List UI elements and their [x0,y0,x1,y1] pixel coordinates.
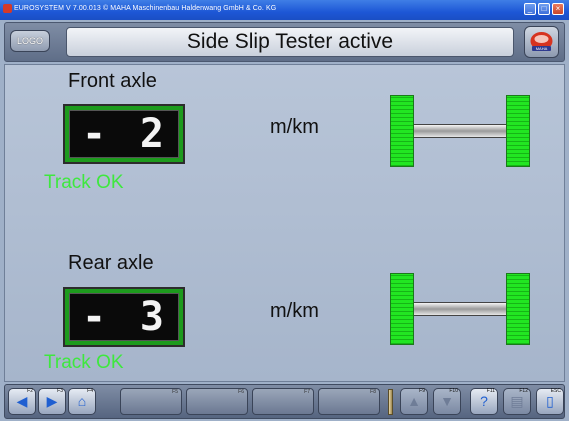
front-left-wheel [390,95,414,167]
front-axle-shaft [414,124,506,138]
rear-axle-shaft [414,302,506,316]
front-axle-value: 2 [139,111,164,157]
down-arrow-icon: ▼ [440,393,454,409]
front-axle-sign: - [82,111,107,157]
front-axle-status: Track OK [44,172,124,193]
f3-forward-button[interactable]: F3 ▶ [38,388,66,415]
rear-axle-graphic [390,273,530,345]
logo-button[interactable]: LOGO [10,30,50,52]
exit-icon: ▯ [546,393,554,409]
svg-text:MAHA: MAHA [536,46,548,51]
f8-slot[interactable]: F8 [318,388,380,415]
rear-axle-value: 3 [139,294,164,340]
maha-logo-icon: MAHA [530,32,553,51]
back-arrow-icon: ◀ [16,393,28,409]
help-icon: ? [480,393,488,409]
maha-logo-button[interactable]: MAHA [524,26,559,58]
home-icon: ⌂ [77,393,87,409]
f5-slot[interactable]: F5 [120,388,182,415]
up-arrow-icon: ▲ [407,393,421,409]
rear-axle-display: - 3 [63,287,185,347]
rear-axle-lcd: - 3 [69,293,179,341]
page-title: Side Slip Tester active [66,27,514,57]
front-axle-unit: m/km [270,116,319,138]
f10-down-button[interactable]: F10 ▼ [433,388,461,415]
rear-left-wheel [390,273,414,345]
window-title: EUROSYSTEM V 7.00.013 © MAHA Maschinenba… [14,5,277,12]
front-right-wheel [506,95,530,167]
rear-axle-status: Track OK [44,352,124,373]
print-icon: ▤ [510,393,524,409]
f12-print-button[interactable]: F12 ▤ [503,388,531,415]
f2-back-button[interactable]: F2 ◀ [8,388,36,415]
front-axle-graphic [390,95,530,167]
front-axle-lcd: - 2 [69,110,179,158]
front-axle-display: - 2 [63,104,185,164]
f6-slot[interactable]: F6 [186,388,248,415]
maximize-button[interactable]: □ [538,3,550,15]
minimize-button[interactable]: _ [524,3,536,15]
window-titlebar: EUROSYSTEM V 7.00.013 © MAHA Maschinenba… [0,0,569,20]
app-icon [3,4,12,13]
f7-slot[interactable]: F7 [252,388,314,415]
rear-axle-unit: m/km [270,300,319,322]
rear-axle-label: Rear axle [68,252,154,274]
f4-home-button[interactable]: F4 ⌂ [68,388,96,415]
rear-right-wheel [506,273,530,345]
front-axle-label: Front axle [68,70,157,92]
rear-axle-sign: - [82,294,107,340]
f9-up-button[interactable]: F9 ▲ [400,388,428,415]
esc-exit-button[interactable]: ESC ▯ [536,388,564,415]
f11-help-button[interactable]: F11 ? [470,388,498,415]
forward-arrow-icon: ▶ [46,393,58,409]
close-button[interactable]: × [552,3,564,15]
toolbar-divider [388,389,393,415]
